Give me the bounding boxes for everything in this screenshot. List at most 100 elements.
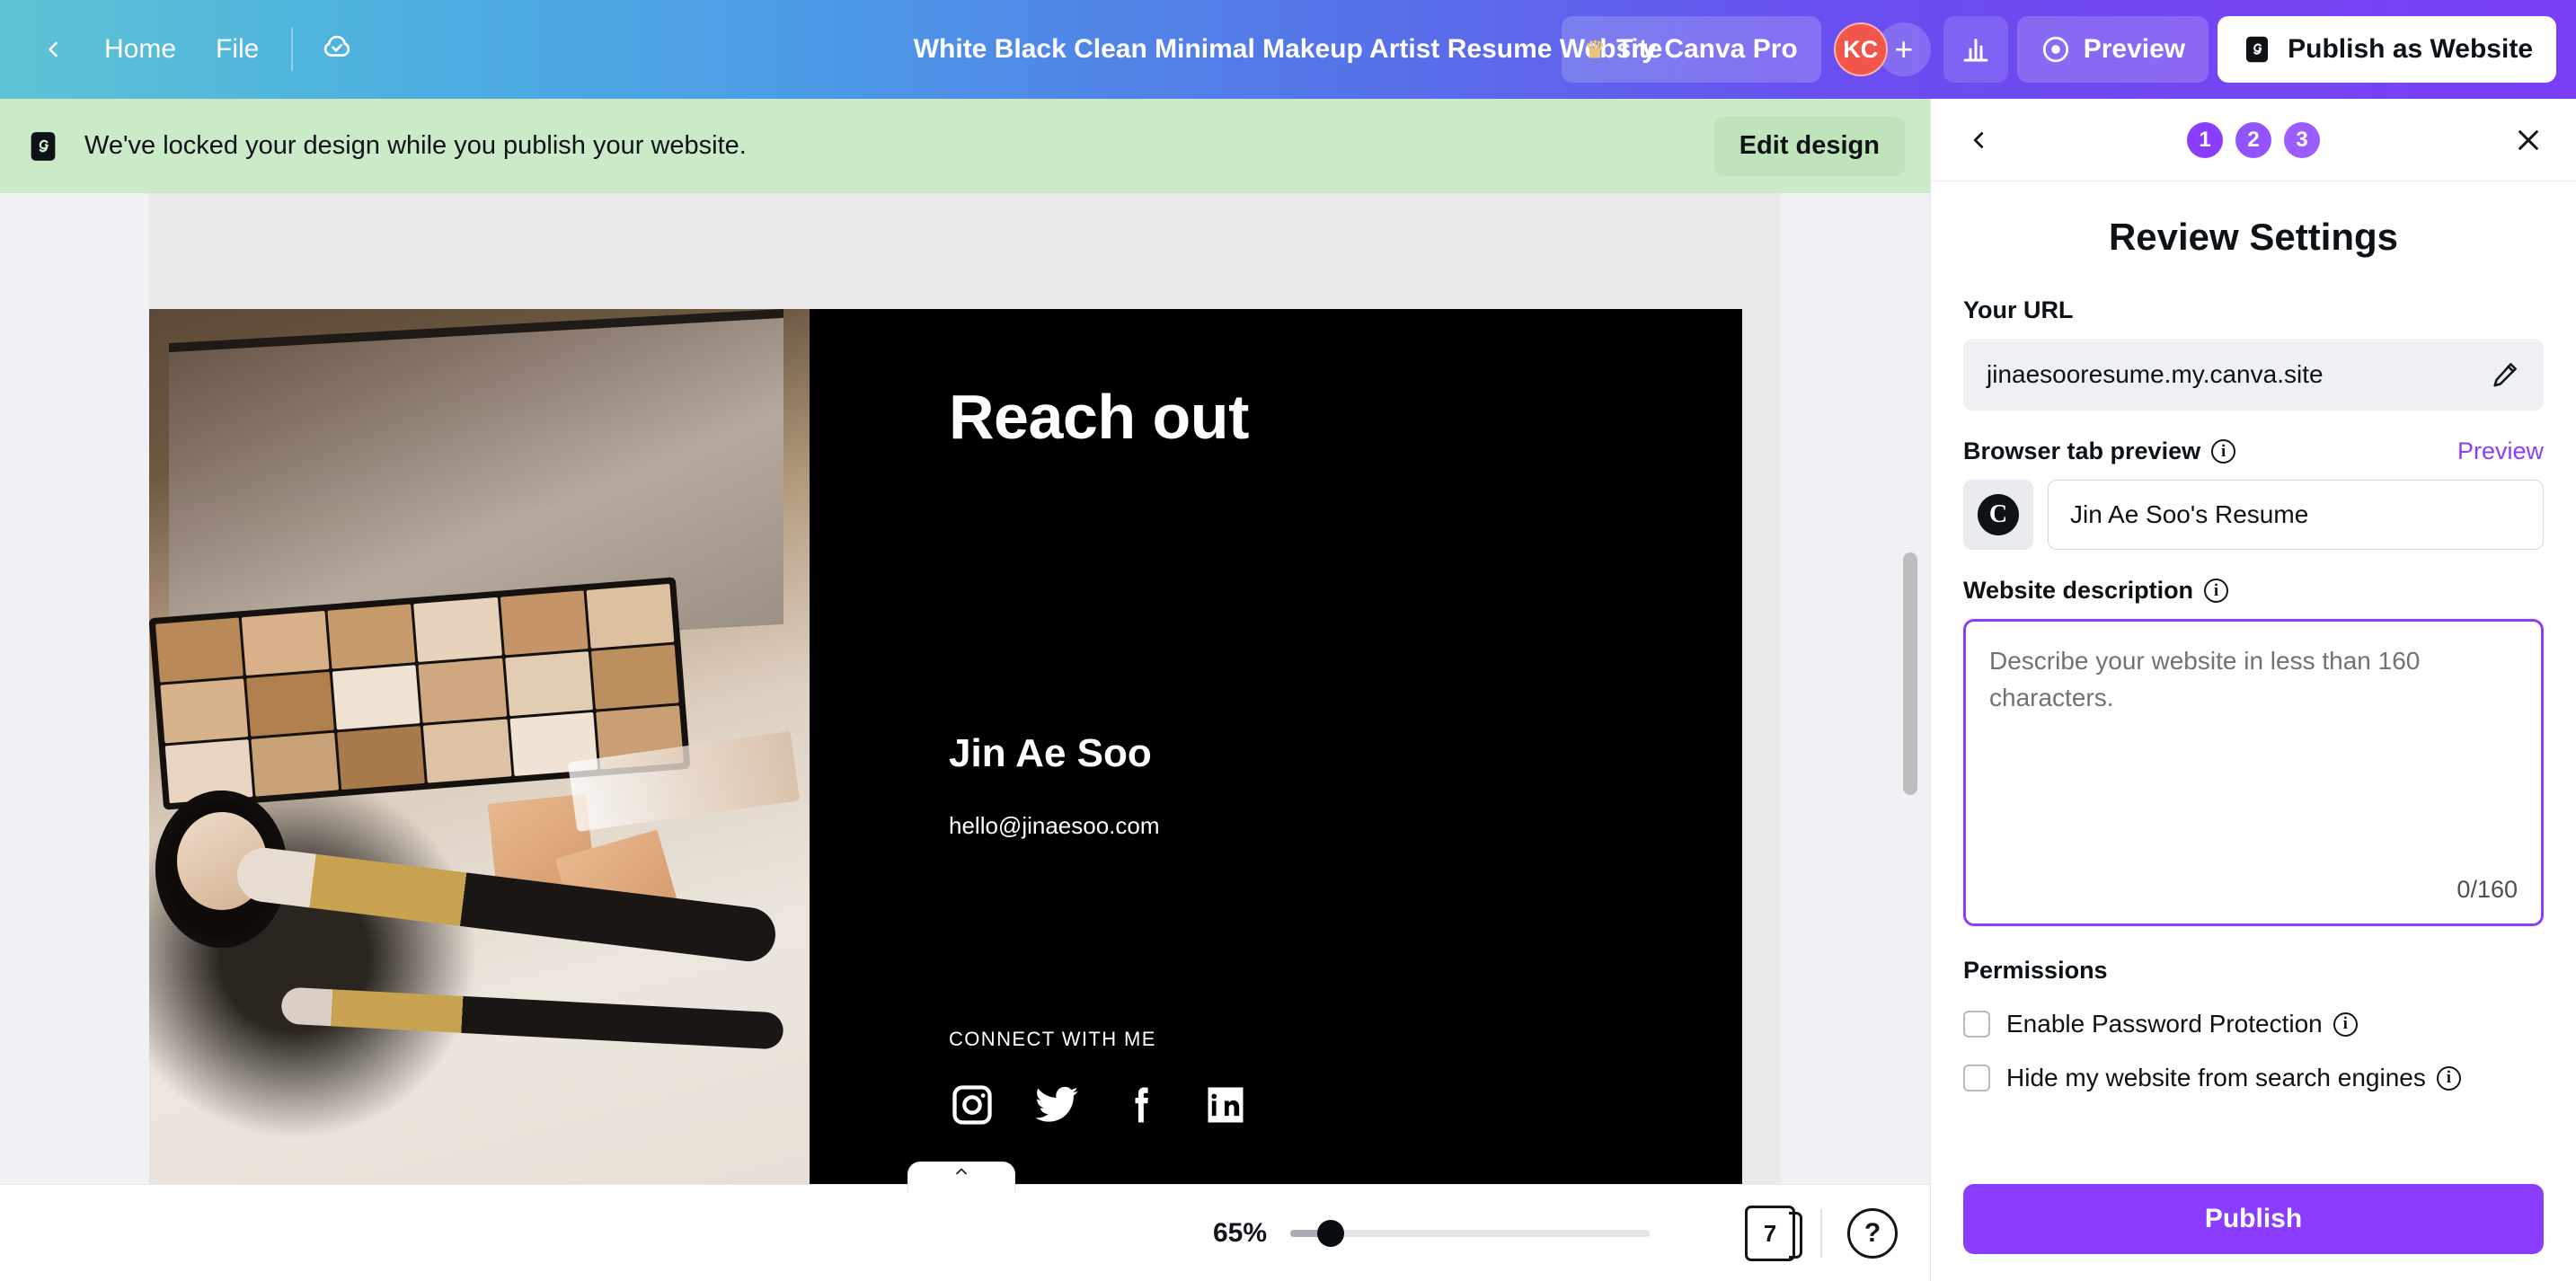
- permission-hide-search-engines[interactable]: Hide my website from search engines i: [1963, 1064, 2544, 1092]
- header-divider: [291, 28, 293, 71]
- banner-message: We've locked your design while you publi…: [84, 131, 747, 161]
- password-protection-checkbox[interactable]: [1963, 1011, 1990, 1038]
- info-icon[interactable]: i: [2204, 579, 2228, 603]
- hide-search-engines-label: Hide my website from search engines i: [2006, 1064, 2461, 1092]
- password-protection-label-text: Enable Password Protection: [2006, 1010, 2323, 1038]
- panel-footer: Publish: [1931, 1164, 2576, 1281]
- info-icon[interactable]: i: [2211, 439, 2235, 464]
- twitter-icon[interactable]: [1033, 1082, 1080, 1128]
- header-left-group: Home File: [0, 0, 368, 99]
- panel-body: Review Settings Your URL jinaesooresume.…: [1931, 181, 2576, 1164]
- design-locked-banner: We've locked your design while you publi…: [0, 99, 1930, 193]
- collapse-panel-toggle[interactable]: [907, 1162, 1015, 1192]
- preview-label: Preview: [2084, 34, 2185, 65]
- url-field[interactable]: jinaesooresume.my.canva.site: [1963, 339, 2544, 411]
- chevron-up-icon: [949, 1162, 974, 1180]
- bar-chart-icon[interactable]: [1943, 16, 2008, 83]
- zoom-slider-thumb[interactable]: [1317, 1220, 1344, 1247]
- design-page[interactable]: Reach out Jin Ae Soo hello@jinaesoo.com …: [149, 309, 1742, 1184]
- close-icon: [2514, 126, 2543, 155]
- browser-tab-row: C Jin Ae Soo's Resume: [1963, 480, 2544, 550]
- spacer-2: [1963, 550, 2544, 577]
- step-1[interactable]: 1: [2187, 122, 2223, 158]
- panel-title: Review Settings: [1963, 216, 2544, 259]
- design-text-column: Reach out Jin Ae Soo hello@jinaesoo.com …: [810, 309, 1742, 1184]
- website-description-label: Website description i: [1963, 577, 2544, 605]
- browser-tab-title-input[interactable]: Jin Ae Soo's Resume: [2048, 480, 2544, 550]
- info-icon[interactable]: i: [2333, 1012, 2358, 1037]
- eye-icon: [2040, 34, 2071, 65]
- collaborators-group: KC +: [1834, 22, 1931, 76]
- bottom-right-group: 7 ?: [1745, 1185, 1898, 1281]
- website-description-textarea[interactable]: Describe your website in less than 160 c…: [1963, 619, 2544, 926]
- photo-brush-small: [280, 987, 783, 1050]
- design-heading: Reach out: [949, 381, 1742, 453]
- top-header-bar: Home File White Black Clean Minimal Make…: [0, 0, 2576, 99]
- edit-design-button[interactable]: Edit design: [1714, 117, 1905, 176]
- instagram-icon[interactable]: [949, 1082, 996, 1128]
- publish-website-label: Publish as Website: [2288, 34, 2533, 65]
- linkedin-icon[interactable]: [1202, 1082, 1249, 1128]
- canva-logo-icon: C: [1978, 494, 2019, 535]
- url-label-text: Your URL: [1963, 296, 2074, 324]
- bottom-toolbar: 65% 7 ?: [0, 1184, 1930, 1281]
- publish-as-website-button[interactable]: Publish as Website: [2217, 16, 2556, 83]
- browser-tab-label-text: Browser tab preview: [1963, 437, 2200, 465]
- zoom-slider[interactable]: [1290, 1230, 1650, 1237]
- makeup-photo: [149, 309, 810, 1184]
- avatar[interactable]: KC: [1834, 22, 1888, 76]
- back-button[interactable]: [22, 18, 84, 81]
- step-3[interactable]: 3: [2284, 122, 2320, 158]
- browser-tab-header: Browser tab preview i Preview: [1963, 437, 2544, 465]
- design-email: hello@jinaesoo.com: [949, 812, 1160, 840]
- favicon-preview[interactable]: C: [1963, 480, 2033, 550]
- website-description-label-text: Website description: [1963, 577, 2193, 605]
- website-description-placeholder: Describe your website in less than 160 c…: [1989, 643, 2518, 716]
- help-button[interactable]: ?: [1847, 1208, 1898, 1259]
- design-social-icons: [949, 1082, 1249, 1128]
- publish-settings-panel: 1 2 3 Review Settings Your URL jinaesoor…: [1930, 99, 2576, 1281]
- browser-tab-preview-link[interactable]: Preview: [2457, 437, 2544, 465]
- character-counter: 0/160: [2456, 876, 2518, 904]
- cloud-check-icon[interactable]: [305, 18, 368, 81]
- header-right-group: ♛ Try Canva Pro KC + Preview: [1562, 0, 2576, 99]
- permissions-title: Permissions: [1963, 957, 2544, 985]
- url-label: Your URL: [1963, 296, 2544, 324]
- browser-tab-title-value: Jin Ae Soo's Resume: [2070, 500, 2308, 529]
- info-icon[interactable]: i: [2437, 1066, 2461, 1091]
- panel-back-button[interactable]: [1952, 114, 2005, 166]
- file-label: File: [216, 34, 259, 65]
- try-canva-pro-button[interactable]: ♛ Try Canva Pro: [1562, 16, 1821, 83]
- crown-icon: ♛: [1585, 36, 1606, 64]
- permission-password-protection[interactable]: Enable Password Protection i: [1963, 1010, 2544, 1038]
- password-protection-label: Enable Password Protection i: [2006, 1010, 2358, 1038]
- chevron-left-icon: [1965, 127, 1992, 154]
- bottom-divider: [1820, 1209, 1822, 1258]
- pencil-icon[interactable]: [2490, 359, 2520, 390]
- facebook-icon[interactable]: [1118, 1082, 1164, 1128]
- website-publish-icon: [2241, 33, 2273, 66]
- canvas-scrollbar[interactable]: [1903, 552, 1917, 795]
- url-value: jinaesooresume.my.canva.site: [1987, 360, 2324, 389]
- zoom-level-label: 65%: [1213, 1218, 1267, 1249]
- hide-search-engines-checkbox[interactable]: [1963, 1065, 1990, 1091]
- page-count-label: 7: [1764, 1220, 1776, 1248]
- canvas-workspace: Reach out Jin Ae Soo hello@jinaesoo.com …: [0, 193, 1930, 1184]
- browser-tab-label: Browser tab preview i: [1963, 437, 2235, 465]
- file-menu-button[interactable]: File: [196, 18, 279, 81]
- website-lock-icon: [25, 128, 61, 164]
- step-indicator: 1 2 3: [1931, 122, 2576, 158]
- publish-button[interactable]: Publish: [1963, 1184, 2544, 1254]
- step-2[interactable]: 2: [2235, 122, 2271, 158]
- hide-search-engines-label-text: Hide my website from search engines: [2006, 1064, 2426, 1092]
- spacer: [1963, 411, 2544, 437]
- preview-button[interactable]: Preview: [2017, 16, 2209, 83]
- home-button[interactable]: Home: [84, 18, 196, 81]
- page-count-button[interactable]: 7: [1745, 1206, 1795, 1261]
- panel-close-button[interactable]: [2502, 114, 2554, 166]
- home-label: Home: [104, 34, 176, 65]
- design-page-shell: Reach out Jin Ae Soo hello@jinaesoo.com …: [149, 193, 1781, 1184]
- try-pro-label: Try Canva Pro: [1616, 34, 1798, 65]
- design-name: Jin Ae Soo: [949, 731, 1152, 776]
- panel-header: 1 2 3: [1931, 99, 2576, 181]
